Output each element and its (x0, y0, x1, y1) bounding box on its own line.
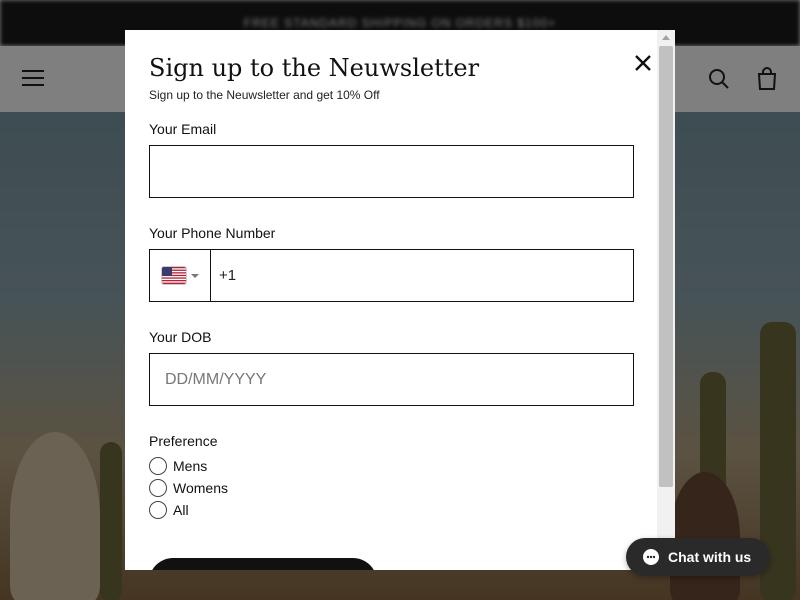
radio-option-mens[interactable]: Mens (149, 456, 207, 476)
radio-option-all[interactable]: All (149, 500, 189, 520)
phone-field-group (149, 249, 634, 302)
email-label: Your Email (149, 121, 217, 137)
radio-button[interactable] (149, 479, 167, 497)
radio-option-womens[interactable]: Womens (149, 478, 228, 498)
chat-label: Chat with us (668, 549, 752, 565)
us-flag-icon (161, 267, 186, 284)
close-icon[interactable] (631, 51, 655, 75)
radio-label: Womens (173, 480, 228, 496)
phone-number-field[interactable] (211, 250, 633, 301)
modal-content: Sign up to the Neuwsletter Sign up to th… (125, 30, 657, 570)
scroll-up-icon[interactable] (662, 35, 670, 40)
modal-subtitle: Sign up to the Neuwsletter and get 10% O… (149, 88, 380, 102)
newsletter-modal: Sign up to the Neuwsletter Sign up to th… (125, 30, 675, 570)
modal-title: Sign up to the Neuwsletter (149, 54, 480, 82)
radio-button[interactable] (149, 457, 167, 475)
radio-button[interactable] (149, 501, 167, 519)
chat-button[interactable]: Chat with us (626, 538, 770, 576)
radio-label: All (173, 502, 189, 518)
phone-label: Your Phone Number (149, 225, 276, 241)
country-code-select[interactable] (150, 250, 211, 301)
submit-button[interactable] (149, 558, 377, 570)
chevron-down-icon (190, 273, 199, 278)
preference-label: Preference (149, 433, 218, 449)
dob-label: Your DOB (149, 329, 212, 345)
email-field[interactable] (149, 145, 634, 198)
dob-field[interactable] (149, 353, 634, 406)
radio-label: Mens (173, 458, 208, 474)
scroll-thumb[interactable] (659, 46, 673, 487)
chat-bubble-icon (643, 549, 659, 565)
modal-scrollbar[interactable] (657, 30, 675, 570)
